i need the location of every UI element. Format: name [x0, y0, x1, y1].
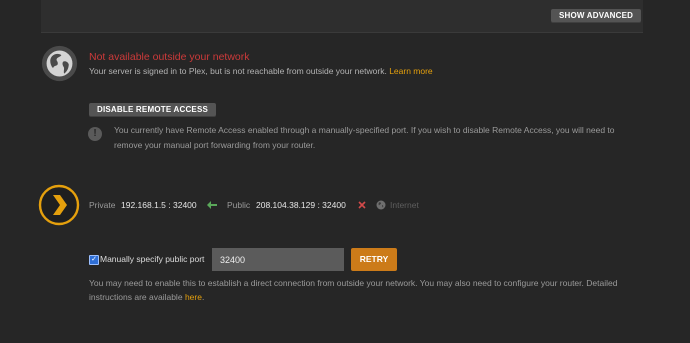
public-address: 208.104.38.129 : 32400 [256, 200, 346, 210]
instructions-here-link[interactable]: here [185, 292, 202, 302]
warning-icon: ! [88, 127, 102, 141]
private-label: Private [89, 200, 116, 210]
manual-port-label[interactable]: Manually specify public port [100, 254, 204, 264]
status-description: Your server is signed in to Plex, but is… [89, 66, 433, 76]
public-label: Public [227, 200, 251, 210]
status-description-text: Your server is signed in to Plex, but is… [89, 66, 387, 76]
help-period: . [201, 292, 205, 302]
retry-button[interactable]: RETRY [351, 248, 397, 271]
manual-port-help: You may need to enable this to establish… [89, 276, 649, 304]
private-address: 192.168.1.5 : 32400 [121, 200, 197, 210]
internet-label: Internet [390, 200, 419, 210]
left-arrow-icon [207, 201, 217, 209]
disable-remote-access-button[interactable]: DISABLE REMOTE ACCESS [89, 103, 217, 117]
globe-icon [41, 45, 78, 82]
learn-more-link[interactable]: Learn more [389, 66, 432, 76]
public-port-input[interactable] [212, 248, 344, 271]
remote-access-warning: You currently have Remote Access enabled… [114, 125, 615, 150]
x-icon [358, 201, 366, 209]
status-title: Not available outside your network [89, 51, 250, 63]
manual-port-checkbox[interactable]: ✓ [89, 255, 99, 265]
manual-port-help-text: You may need to enable this to establish… [89, 278, 618, 302]
plex-logo [38, 184, 80, 226]
show-advanced-button[interactable]: SHOW ADVANCED [551, 9, 642, 23]
internet-globe-icon [376, 200, 386, 210]
